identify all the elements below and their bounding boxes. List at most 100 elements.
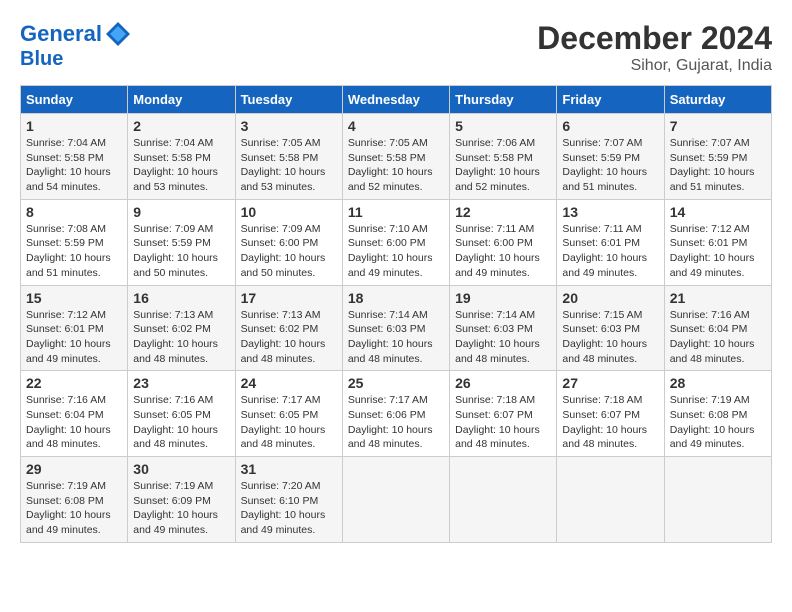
day-number: 2 <box>133 118 229 134</box>
day-info: Sunrise: 7:16 AM Sunset: 6:04 PM Dayligh… <box>26 393 122 452</box>
logo-text: General <box>20 22 102 46</box>
day-number: 22 <box>26 375 122 391</box>
day-cell-17: 17 Sunrise: 7:13 AM Sunset: 6:02 PM Dayl… <box>235 285 342 371</box>
day-number: 1 <box>26 118 122 134</box>
day-number: 18 <box>348 290 444 306</box>
day-number: 10 <box>241 204 337 220</box>
day-info: Sunrise: 7:13 AM Sunset: 6:02 PM Dayligh… <box>133 308 229 367</box>
day-number: 13 <box>562 204 658 220</box>
day-number: 6 <box>562 118 658 134</box>
day-number: 27 <box>562 375 658 391</box>
day-number: 8 <box>26 204 122 220</box>
day-number: 15 <box>26 290 122 306</box>
logo: General Blue <box>20 20 132 70</box>
day-info: Sunrise: 7:12 AM Sunset: 6:01 PM Dayligh… <box>670 222 766 281</box>
weekday-header-saturday: Saturday <box>664 86 771 114</box>
calendar-table: SundayMondayTuesdayWednesdayThursdayFrid… <box>20 85 772 543</box>
weekday-header-friday: Friday <box>557 86 664 114</box>
day-cell-4: 4 Sunrise: 7:05 AM Sunset: 5:58 PM Dayli… <box>342 114 449 200</box>
calendar-week-2: 8 Sunrise: 7:08 AM Sunset: 5:59 PM Dayli… <box>21 199 772 285</box>
day-info: Sunrise: 7:19 AM Sunset: 6:09 PM Dayligh… <box>133 479 229 538</box>
calendar-week-4: 22 Sunrise: 7:16 AM Sunset: 6:04 PM Dayl… <box>21 371 772 457</box>
day-number: 14 <box>670 204 766 220</box>
day-info: Sunrise: 7:14 AM Sunset: 6:03 PM Dayligh… <box>455 308 551 367</box>
day-info: Sunrise: 7:08 AM Sunset: 5:59 PM Dayligh… <box>26 222 122 281</box>
weekday-header-wednesday: Wednesday <box>342 86 449 114</box>
page-header: General Blue December 2024 Sihor, Gujara… <box>20 20 772 75</box>
day-number: 28 <box>670 375 766 391</box>
day-cell-25: 25 Sunrise: 7:17 AM Sunset: 6:06 PM Dayl… <box>342 371 449 457</box>
day-info: Sunrise: 7:14 AM Sunset: 6:03 PM Dayligh… <box>348 308 444 367</box>
day-number: 29 <box>26 461 122 477</box>
day-cell-11: 11 Sunrise: 7:10 AM Sunset: 6:00 PM Dayl… <box>342 199 449 285</box>
day-cell-13: 13 Sunrise: 7:11 AM Sunset: 6:01 PM Dayl… <box>557 199 664 285</box>
day-info: Sunrise: 7:04 AM Sunset: 5:58 PM Dayligh… <box>26 136 122 195</box>
day-cell-22: 22 Sunrise: 7:16 AM Sunset: 6:04 PM Dayl… <box>21 371 128 457</box>
day-cell-3: 3 Sunrise: 7:05 AM Sunset: 5:58 PM Dayli… <box>235 114 342 200</box>
day-number: 26 <box>455 375 551 391</box>
day-number: 3 <box>241 118 337 134</box>
day-cell-20: 20 Sunrise: 7:15 AM Sunset: 6:03 PM Dayl… <box>557 285 664 371</box>
day-info: Sunrise: 7:05 AM Sunset: 5:58 PM Dayligh… <box>348 136 444 195</box>
day-cell-19: 19 Sunrise: 7:14 AM Sunset: 6:03 PM Dayl… <box>450 285 557 371</box>
day-cell-5: 5 Sunrise: 7:06 AM Sunset: 5:58 PM Dayli… <box>450 114 557 200</box>
weekday-header-thursday: Thursday <box>450 86 557 114</box>
day-info: Sunrise: 7:19 AM Sunset: 6:08 PM Dayligh… <box>670 393 766 452</box>
day-number: 16 <box>133 290 229 306</box>
day-info: Sunrise: 7:18 AM Sunset: 6:07 PM Dayligh… <box>455 393 551 452</box>
logo-blue-text: Blue <box>20 48 132 70</box>
day-info: Sunrise: 7:09 AM Sunset: 5:59 PM Dayligh… <box>133 222 229 281</box>
day-cell-7: 7 Sunrise: 7:07 AM Sunset: 5:59 PM Dayli… <box>664 114 771 200</box>
day-cell-18: 18 Sunrise: 7:14 AM Sunset: 6:03 PM Dayl… <box>342 285 449 371</box>
day-info: Sunrise: 7:18 AM Sunset: 6:07 PM Dayligh… <box>562 393 658 452</box>
day-number: 12 <box>455 204 551 220</box>
day-number: 4 <box>348 118 444 134</box>
day-number: 17 <box>241 290 337 306</box>
weekday-header-sunday: Sunday <box>21 86 128 114</box>
day-cell-16: 16 Sunrise: 7:13 AM Sunset: 6:02 PM Dayl… <box>128 285 235 371</box>
day-info: Sunrise: 7:19 AM Sunset: 6:08 PM Dayligh… <box>26 479 122 538</box>
day-info: Sunrise: 7:16 AM Sunset: 6:05 PM Dayligh… <box>133 393 229 452</box>
calendar-week-5: 29 Sunrise: 7:19 AM Sunset: 6:08 PM Dayl… <box>21 457 772 543</box>
day-cell-10: 10 Sunrise: 7:09 AM Sunset: 6:00 PM Dayl… <box>235 199 342 285</box>
calendar-week-3: 15 Sunrise: 7:12 AM Sunset: 6:01 PM Dayl… <box>21 285 772 371</box>
day-info: Sunrise: 7:07 AM Sunset: 5:59 PM Dayligh… <box>562 136 658 195</box>
title-block: December 2024 Sihor, Gujarat, India <box>537 20 772 75</box>
day-info: Sunrise: 7:10 AM Sunset: 6:00 PM Dayligh… <box>348 222 444 281</box>
day-info: Sunrise: 7:17 AM Sunset: 6:06 PM Dayligh… <box>348 393 444 452</box>
day-cell-12: 12 Sunrise: 7:11 AM Sunset: 6:00 PM Dayl… <box>450 199 557 285</box>
day-number: 30 <box>133 461 229 477</box>
day-number: 7 <box>670 118 766 134</box>
day-cell-29: 29 Sunrise: 7:19 AM Sunset: 6:08 PM Dayl… <box>21 457 128 543</box>
day-info: Sunrise: 7:06 AM Sunset: 5:58 PM Dayligh… <box>455 136 551 195</box>
day-info: Sunrise: 7:12 AM Sunset: 6:01 PM Dayligh… <box>26 308 122 367</box>
day-info: Sunrise: 7:11 AM Sunset: 6:00 PM Dayligh… <box>455 222 551 281</box>
day-number: 24 <box>241 375 337 391</box>
day-info: Sunrise: 7:16 AM Sunset: 6:04 PM Dayligh… <box>670 308 766 367</box>
weekday-header-tuesday: Tuesday <box>235 86 342 114</box>
day-number: 5 <box>455 118 551 134</box>
day-cell-1: 1 Sunrise: 7:04 AM Sunset: 5:58 PM Dayli… <box>21 114 128 200</box>
day-cell-2: 2 Sunrise: 7:04 AM Sunset: 5:58 PM Dayli… <box>128 114 235 200</box>
day-number: 25 <box>348 375 444 391</box>
weekday-header-monday: Monday <box>128 86 235 114</box>
day-cell-26: 26 Sunrise: 7:18 AM Sunset: 6:07 PM Dayl… <box>450 371 557 457</box>
location: Sihor, Gujarat, India <box>537 57 772 75</box>
empty-cell <box>557 457 664 543</box>
day-number: 21 <box>670 290 766 306</box>
day-number: 23 <box>133 375 229 391</box>
logo-icon <box>104 20 132 48</box>
empty-cell <box>664 457 771 543</box>
day-cell-6: 6 Sunrise: 7:07 AM Sunset: 5:59 PM Dayli… <box>557 114 664 200</box>
day-cell-30: 30 Sunrise: 7:19 AM Sunset: 6:09 PM Dayl… <box>128 457 235 543</box>
day-info: Sunrise: 7:17 AM Sunset: 6:05 PM Dayligh… <box>241 393 337 452</box>
empty-cell <box>342 457 449 543</box>
day-info: Sunrise: 7:07 AM Sunset: 5:59 PM Dayligh… <box>670 136 766 195</box>
day-cell-28: 28 Sunrise: 7:19 AM Sunset: 6:08 PM Dayl… <box>664 371 771 457</box>
day-number: 20 <box>562 290 658 306</box>
day-info: Sunrise: 7:05 AM Sunset: 5:58 PM Dayligh… <box>241 136 337 195</box>
day-info: Sunrise: 7:13 AM Sunset: 6:02 PM Dayligh… <box>241 308 337 367</box>
day-info: Sunrise: 7:04 AM Sunset: 5:58 PM Dayligh… <box>133 136 229 195</box>
empty-cell <box>450 457 557 543</box>
day-number: 19 <box>455 290 551 306</box>
